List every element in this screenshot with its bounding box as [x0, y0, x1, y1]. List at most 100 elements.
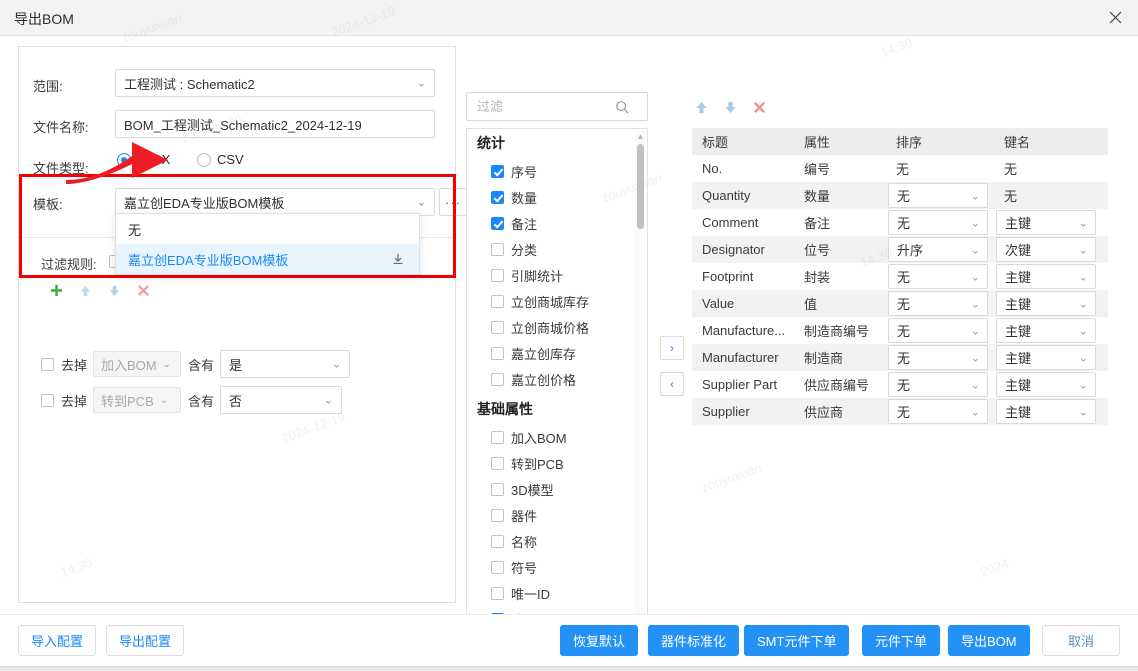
- table-row[interactable]: Designator 位号 升序 ⌄ 次键 ⌄: [692, 236, 1108, 263]
- rule-value-select[interactable]: 是 ⌄: [220, 350, 351, 378]
- attribute-checkbox[interactable]: [491, 372, 504, 386]
- attribute-option-row[interactable]: 加入BOM: [467, 424, 637, 450]
- filetype-radio-xlsx[interactable]: XLSX: [117, 152, 170, 167]
- column-sort-cell[interactable]: 无 ⌄: [888, 345, 996, 370]
- table-row[interactable]: Supplier 供应商无 ⌄ 主键 ⌄: [692, 398, 1108, 425]
- key-select[interactable]: 主键 ⌄: [996, 318, 1096, 343]
- table-row[interactable]: Quantity 数量无 ⌄ 无: [692, 182, 1108, 209]
- key-select[interactable]: 主键 ⌄: [996, 372, 1096, 397]
- attribute-option-row[interactable]: 唯一ID: [467, 580, 637, 606]
- sort-select[interactable]: 无 ⌄: [888, 291, 988, 316]
- column-key-cell[interactable]: 主键 ⌄: [996, 291, 1108, 316]
- sort-select[interactable]: 无 ⌄: [888, 210, 988, 235]
- attribute-checkbox[interactable]: [491, 190, 504, 204]
- table-row[interactable]: Manufacturer 制造商无 ⌄ 主键 ⌄: [692, 344, 1108, 371]
- move-down-icon[interactable]: [107, 283, 122, 298]
- column-key-cell[interactable]: 主键 ⌄: [996, 399, 1108, 424]
- column-sort-cell[interactable]: 无 ⌄: [888, 399, 996, 424]
- delete-icon[interactable]: [752, 100, 767, 115]
- attribute-option-row[interactable]: 嘉立创价格: [467, 366, 637, 392]
- attribute-option-row[interactable]: 备注: [467, 210, 637, 236]
- transfer-to-left-button[interactable]: ‹: [660, 372, 684, 396]
- cancel-button[interactable]: 取消: [1042, 625, 1120, 656]
- table-row[interactable]: No. 编号 无 无: [692, 155, 1108, 182]
- attribute-checkbox[interactable]: [491, 294, 504, 308]
- sort-select[interactable]: 无 ⌄: [888, 264, 988, 289]
- column-key-cell[interactable]: 主键 ⌄: [996, 345, 1108, 370]
- attribute-checkbox[interactable]: [491, 320, 504, 334]
- sort-select[interactable]: 无 ⌄: [888, 183, 988, 208]
- filename-input[interactable]: BOM_工程测试_Schematic2_2024-12-19: [115, 110, 435, 138]
- attribute-option-row[interactable]: 嘉立创库存: [467, 340, 637, 366]
- attribute-option-row[interactable]: 器件: [467, 502, 637, 528]
- attribute-list-scrollbar[interactable]: ▲ ▼: [635, 130, 646, 631]
- attribute-option-row[interactable]: 立创商城库存: [467, 288, 637, 314]
- template-option-none[interactable]: 无: [116, 214, 419, 244]
- column-sort-cell[interactable]: 无 ⌄: [888, 291, 996, 316]
- template-option-jlceda[interactable]: 嘉立创EDA专业版BOM模板: [116, 244, 419, 274]
- attribute-option-row[interactable]: 序号: [467, 158, 637, 184]
- attribute-option-row[interactable]: 名称: [467, 528, 637, 554]
- transfer-to-right-button[interactable]: ›: [660, 336, 684, 360]
- move-up-icon[interactable]: [694, 100, 709, 115]
- key-select[interactable]: 主键 ⌄: [996, 210, 1096, 235]
- rule-field-select[interactable]: 加入BOM ⌄: [93, 351, 182, 377]
- download-icon[interactable]: [391, 252, 405, 266]
- attribute-checkbox[interactable]: [491, 560, 504, 574]
- attribute-checkbox[interactable]: [491, 242, 504, 256]
- scope-select[interactable]: 工程测试 : Schematic2 ⌄: [115, 69, 435, 97]
- attribute-checkbox[interactable]: [491, 430, 504, 444]
- attribute-option-row[interactable]: 分类: [467, 236, 637, 262]
- column-key-cell[interactable]: 主键 ⌄: [996, 372, 1108, 397]
- attribute-checkbox[interactable]: [491, 586, 504, 600]
- attribute-checkbox[interactable]: [491, 268, 504, 282]
- table-row[interactable]: Footprint 封装无 ⌄ 主键 ⌄: [692, 263, 1108, 290]
- filetype-radio-csv[interactable]: CSV: [197, 152, 244, 167]
- rule-value-select[interactable]: 否 ⌄: [220, 386, 343, 414]
- column-sort-cell[interactable]: 无 ⌄: [888, 183, 996, 208]
- table-row[interactable]: Comment 备注无 ⌄ 主键 ⌄: [692, 209, 1108, 236]
- attribute-checkbox[interactable]: [491, 508, 504, 522]
- close-icon[interactable]: [1092, 0, 1138, 35]
- attribute-checkbox[interactable]: [491, 346, 504, 360]
- table-row[interactable]: Manufacture... 制造商编号无 ⌄ 主键 ⌄: [692, 317, 1108, 344]
- column-key-cell[interactable]: 主键 ⌄: [996, 318, 1108, 343]
- column-key-cell[interactable]: 主键 ⌄: [996, 264, 1108, 289]
- key-select[interactable]: 主键 ⌄: [996, 399, 1096, 424]
- key-select[interactable]: 主键 ⌄: [996, 264, 1096, 289]
- add-icon[interactable]: [49, 283, 64, 298]
- sort-select[interactable]: 无 ⌄: [888, 318, 988, 343]
- template-select[interactable]: 嘉立创EDA专业版BOM模板 ⌄: [115, 188, 435, 216]
- sort-select[interactable]: 无 ⌄: [888, 345, 988, 370]
- attribute-option-row[interactable]: 3D模型: [467, 476, 637, 502]
- column-sort-cell[interactable]: 无 ⌄: [888, 210, 996, 235]
- attribute-option-row[interactable]: 立创商城价格: [467, 314, 637, 340]
- column-key-cell[interactable]: 次键 ⌄: [996, 237, 1108, 262]
- sort-select[interactable]: 无 ⌄: [888, 399, 988, 424]
- attribute-checkbox[interactable]: [491, 482, 504, 496]
- delete-icon[interactable]: [136, 283, 151, 298]
- move-down-icon[interactable]: [723, 100, 738, 115]
- smt-order-button[interactable]: SMT元件下单: [744, 625, 850, 656]
- template-more-button[interactable]: ···: [439, 188, 467, 216]
- column-sort-cell[interactable]: 升序 ⌄: [888, 237, 996, 262]
- attribute-checkbox[interactable]: [491, 216, 504, 230]
- scrollbar-thumb[interactable]: [637, 144, 644, 229]
- attribute-option-row[interactable]: 转到PCB: [467, 450, 637, 476]
- column-sort-cell[interactable]: 无 ⌄: [888, 372, 996, 397]
- standardize-button[interactable]: 器件标准化: [648, 625, 740, 656]
- attribute-option-row[interactable]: 数量: [467, 184, 637, 210]
- scroll-up-icon[interactable]: ▲: [635, 130, 646, 142]
- search-input[interactable]: [475, 98, 615, 115]
- restore-default-button[interactable]: 恢复默认: [560, 625, 639, 656]
- import-config-button[interactable]: 导入配置: [18, 625, 96, 656]
- attribute-checkbox[interactable]: [491, 534, 504, 548]
- sort-select[interactable]: 升序 ⌄: [888, 237, 988, 262]
- table-row[interactable]: Supplier Part 供应商编号无 ⌄ 主键 ⌄: [692, 371, 1108, 398]
- attribute-checkbox[interactable]: [491, 456, 504, 470]
- column-sort-cell[interactable]: 无 ⌄: [888, 264, 996, 289]
- rule-enable-checkbox[interactable]: [41, 357, 54, 371]
- move-up-icon[interactable]: [78, 283, 93, 298]
- rule-enable-checkbox[interactable]: [41, 393, 54, 407]
- part-order-button[interactable]: 元件下单: [862, 625, 941, 656]
